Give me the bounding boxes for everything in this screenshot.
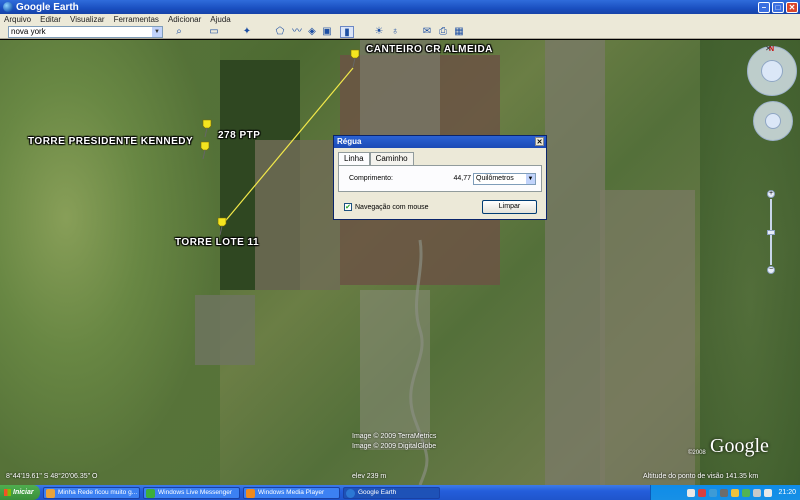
pointer-coordinates: 8°44'19.61" S 48°20'06.35" O bbox=[6, 473, 98, 480]
menu-editar[interactable]: Editar bbox=[40, 15, 61, 24]
search-icon[interactable]: ⌕ bbox=[172, 26, 186, 38]
copyright-small: ©2008 bbox=[688, 450, 706, 456]
attribution-digitalglobe: Image © 2009 DigitalGlobe bbox=[352, 443, 437, 450]
mouse-navigation-label: Navegação com mouse bbox=[355, 203, 429, 211]
unit-select[interactable]: Quilômetros ▼ bbox=[473, 173, 536, 185]
toolbar: nova york ▼ ⌕ ▭ ✦ ⬠ 〰 ◈ ▣ ▮ ☀ ♁ ✉ ⎙ ▦ bbox=[0, 25, 800, 39]
menu-adicionar[interactable]: Adicionar bbox=[168, 15, 201, 24]
ruler-title-text: Régua bbox=[337, 137, 362, 146]
browser-icon bbox=[46, 488, 55, 498]
windows-logo-icon bbox=[4, 489, 11, 496]
placemark-pin-icon[interactable] bbox=[199, 118, 215, 138]
taskbar-item-label: Windows Media Player bbox=[258, 488, 325, 496]
tray-icon[interactable] bbox=[753, 488, 762, 497]
placemark-label[interactable]: TORRE PRESIDENTE KENNEDY bbox=[28, 136, 193, 147]
start-label: Iniciar bbox=[13, 489, 34, 496]
zoom-out-icon[interactable]: − bbox=[767, 266, 775, 274]
path-add-icon[interactable]: 〰 bbox=[290, 26, 304, 38]
taskbar-item[interactable]: Windows Media Player bbox=[243, 486, 340, 499]
close-icon[interactable]: ✕ bbox=[535, 137, 544, 146]
system-tray: 21:20 bbox=[650, 485, 800, 500]
look-control[interactable]: N bbox=[747, 46, 797, 96]
clock[interactable]: 21:20 bbox=[778, 489, 796, 496]
ruler-tabs: Linha Caminho bbox=[338, 152, 414, 165]
mouse-navigation-checkbox[interactable]: ✔ Navegação com mouse bbox=[344, 203, 429, 211]
move-control[interactable] bbox=[753, 101, 793, 141]
tray-icon[interactable] bbox=[698, 488, 707, 497]
tray-icon[interactable] bbox=[731, 488, 740, 497]
planets-icon[interactable]: ♁ bbox=[388, 26, 402, 38]
menu-ferramentas[interactable]: Ferramentas bbox=[114, 15, 159, 24]
overlay-add-icon[interactable]: ◈ bbox=[305, 26, 319, 38]
ruler-dialog-title: Régua ✕ bbox=[334, 136, 546, 148]
taskbar-item-label: Windows Live Messenger bbox=[158, 488, 233, 496]
tab-caminho[interactable]: Caminho bbox=[369, 152, 414, 165]
tour-record-icon[interactable]: ▣ bbox=[320, 26, 334, 38]
placemark-label[interactable]: 278 PTP bbox=[218, 130, 260, 141]
menu-bar: Arquivo Editar Visualizar Ferramentas Ad… bbox=[0, 14, 800, 25]
map-view[interactable]: CANTEIRO CR ALMEIDA TORRE PRESIDENTE KEN… bbox=[0, 40, 800, 485]
placemark-label[interactable]: CANTEIRO CR ALMEIDA bbox=[366, 44, 493, 55]
tray-icon[interactable] bbox=[720, 488, 729, 497]
ruler-panel: Comprimento: 44,77 Quilômetros ▼ bbox=[338, 165, 542, 192]
tray-icon[interactable] bbox=[687, 488, 696, 497]
menu-ajuda[interactable]: Ajuda bbox=[210, 15, 230, 24]
taskbar-item[interactable]: Minha Rede ficou muito g... bbox=[43, 486, 140, 499]
title-bar: Google Earth – □ ✕ bbox=[0, 0, 800, 14]
chevron-down-icon[interactable]: ▼ bbox=[152, 27, 162, 37]
minimize-button[interactable]: – bbox=[758, 1, 770, 13]
map-overlay bbox=[221, 67, 429, 485]
ruler-dialog: Régua ✕ Linha Caminho Comprimento: 44,77… bbox=[333, 135, 547, 220]
placemark-pin-icon[interactable] bbox=[214, 216, 230, 236]
checkmark-icon[interactable]: ✔ bbox=[344, 203, 352, 211]
tab-linha[interactable]: Linha bbox=[338, 152, 370, 165]
search-input[interactable]: nova york ▼ bbox=[8, 26, 163, 38]
ruler-icon[interactable]: ▮ bbox=[340, 26, 354, 38]
attribution-terrametrics: Image © 2009 TerraMetrics bbox=[352, 433, 437, 440]
zoom-slider[interactable]: + − bbox=[767, 190, 775, 275]
length-value: 44,77 bbox=[453, 175, 471, 182]
placemark-label[interactable]: TORRE LOTE 11 bbox=[175, 237, 259, 248]
unit-value: Quilômetros bbox=[476, 175, 514, 182]
elevation-readout: elev 239 m bbox=[352, 473, 387, 480]
start-button[interactable]: Iniciar bbox=[0, 485, 40, 500]
length-label: Comprimento: bbox=[349, 175, 393, 182]
chevron-down-icon[interactable]: ▼ bbox=[526, 174, 535, 184]
menu-visualizar[interactable]: Visualizar bbox=[70, 15, 105, 24]
google-logo: Google bbox=[710, 435, 769, 457]
taskbar-item-label: Minha Rede ficou muito g... bbox=[58, 488, 138, 496]
polygon-add-icon[interactable]: ⬠ bbox=[273, 26, 287, 38]
tray-icon[interactable] bbox=[742, 488, 751, 497]
zoom-in-icon[interactable]: + bbox=[767, 190, 775, 198]
maps-icon[interactable]: ▦ bbox=[452, 26, 466, 38]
placemark-pin-icon[interactable] bbox=[197, 140, 213, 160]
maximize-button[interactable]: □ bbox=[772, 1, 784, 13]
google-earth-icon bbox=[346, 488, 355, 498]
email-icon[interactable]: ✉ bbox=[420, 26, 434, 38]
placemark-add-icon[interactable]: ✦ bbox=[240, 26, 254, 38]
clear-button[interactable]: Limpar bbox=[482, 200, 537, 214]
sunlight-icon[interactable]: ☀ bbox=[372, 26, 386, 38]
close-button[interactable]: ✕ bbox=[786, 1, 798, 13]
media-player-icon bbox=[246, 488, 255, 498]
zoom-thumb[interactable] bbox=[767, 230, 775, 235]
taskbar-item[interactable]: Windows Live Messenger bbox=[143, 486, 240, 499]
sidebar-toggle-icon[interactable]: ▭ bbox=[207, 26, 221, 38]
hide-controls-icon[interactable]: ✕ bbox=[765, 44, 772, 53]
tray-icon[interactable] bbox=[709, 488, 718, 497]
search-value: nova york bbox=[11, 27, 46, 36]
menu-arquivo[interactable]: Arquivo bbox=[4, 15, 31, 24]
eye-altitude-readout: Altitude do ponto de visão 141.35 km bbox=[643, 473, 759, 480]
placemark-pin-icon[interactable] bbox=[347, 48, 363, 68]
print-icon[interactable]: ⎙ bbox=[436, 26, 450, 38]
volume-icon[interactable] bbox=[764, 488, 773, 497]
taskbar-item[interactable]: Google Earth bbox=[343, 486, 440, 499]
window-title: Google Earth bbox=[16, 1, 79, 13]
taskbar: Iniciar Minha Rede ficou muito g... Wind… bbox=[0, 485, 800, 500]
messenger-icon bbox=[146, 488, 155, 498]
google-earth-icon bbox=[3, 2, 13, 12]
taskbar-item-label: Google Earth bbox=[358, 488, 397, 496]
